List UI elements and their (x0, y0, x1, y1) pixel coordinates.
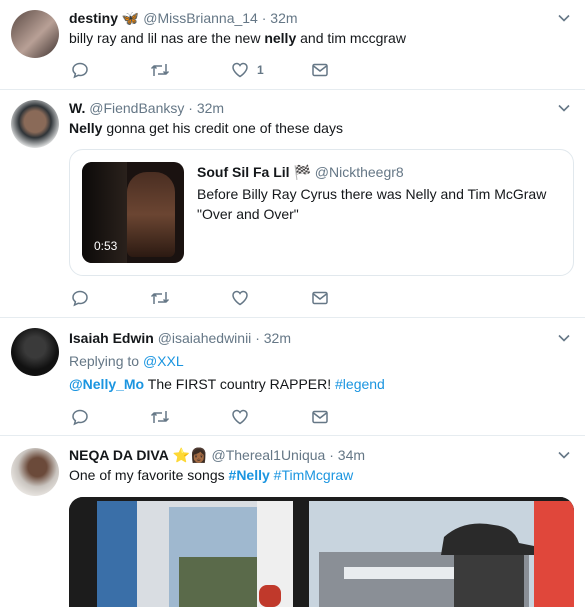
user-handle[interactable]: @MissBrianna_14 (143, 10, 258, 26)
reply-icon (72, 409, 88, 426)
quoted-user-handle[interactable]: @Nicktheegr8 (315, 164, 404, 180)
video-thumbnail[interactable]: 0:53 (82, 162, 184, 263)
tweet-header: W. @FiendBanksy · 32m (69, 99, 224, 117)
envelope-icon (312, 410, 328, 424)
tweet-text: billy ray and lil nas are the new nelly … (69, 29, 406, 48)
tweet-header: Isaiah Edwin @isaiahedwinii · 32m (69, 329, 291, 347)
highlighted-keyword: nelly (264, 30, 297, 46)
hashtag-link[interactable]: #TimMcgraw (274, 467, 354, 483)
separator: · (261, 10, 267, 26)
tweet-actions (69, 288, 369, 308)
timestamp[interactable]: 32m (197, 100, 224, 116)
text-segment: and tim mccgraw (296, 30, 406, 46)
retweet-button[interactable] (150, 288, 170, 308)
display-name[interactable]: W. (69, 100, 85, 116)
timestamp[interactable]: 34m (338, 447, 365, 463)
star-emoji: ⭐👩🏾 (172, 447, 208, 463)
reply-icon (72, 290, 88, 307)
chevron-down-icon[interactable] (557, 331, 571, 345)
display-name[interactable]: destiny (69, 10, 118, 26)
like-button[interactable]: 1 (231, 60, 264, 80)
message-button[interactable] (311, 60, 329, 80)
replying-to: Replying to @XXL (69, 352, 184, 371)
separator: · (188, 100, 193, 116)
envelope-icon (312, 291, 328, 305)
like-button[interactable] (231, 288, 249, 308)
separator: · (255, 330, 260, 346)
replying-label: Replying to (69, 353, 143, 369)
heart-icon (232, 290, 248, 306)
avatar[interactable] (11, 10, 59, 58)
retweet-icon (150, 292, 170, 304)
highlighted-keyword: Nelly (69, 120, 103, 136)
avatar[interactable] (11, 100, 59, 148)
like-button[interactable] (231, 407, 249, 427)
retweet-button[interactable] (150, 407, 170, 427)
mention-link[interactable]: @Nelly_Mo (69, 376, 144, 392)
reply-button[interactable] (71, 288, 89, 308)
timestamp[interactable]: 32m (264, 330, 291, 346)
message-button[interactable] (311, 407, 329, 427)
quoted-tweet-card[interactable]: 0:53 Souf Sil Fa Lil 🏁 @Nicktheegr8 Befo… (69, 149, 574, 276)
text-segment: The FIRST country RAPPER! (144, 376, 336, 392)
replying-handle-link[interactable]: @XXL (143, 353, 184, 369)
user-handle[interactable]: @isaiahedwinii (158, 330, 252, 346)
quoted-tweet-header: Souf Sil Fa Lil 🏁 @Nicktheegr8 (197, 164, 404, 181)
checkered-flag-emoji: 🏁 (293, 164, 311, 180)
hashtag-link[interactable]: #Nelly (229, 467, 270, 483)
tweet[interactable]: destiny 🦋 @MissBrianna_14 · 32m billy ra… (0, 0, 585, 90)
display-name[interactable]: NEQA DA DIVA (69, 447, 169, 463)
chevron-down-icon[interactable] (557, 101, 571, 115)
video-duration: 0:53 (94, 239, 118, 253)
display-name[interactable]: Isaiah Edwin (69, 330, 154, 346)
text-segment: One of my favorite songs (69, 467, 229, 483)
reply-icon (72, 62, 88, 79)
avatar[interactable] (11, 328, 59, 376)
reply-button[interactable] (71, 407, 89, 427)
tweet[interactable]: W. @FiendBanksy · 32m Nelly gonna get hi… (0, 90, 585, 318)
envelope-icon (312, 63, 328, 77)
chevron-down-icon[interactable] (557, 11, 571, 25)
tweet-text: @Nelly_Mo The FIRST country RAPPER! #leg… (69, 375, 385, 394)
tweet-actions: 1 (69, 60, 369, 80)
text-segment: billy ray and lil nas are the new (69, 30, 265, 46)
tweet-text: One of my favorite songs #Nelly #TimMcgr… (69, 466, 353, 485)
heart-icon (232, 62, 248, 78)
video-preview[interactable] (69, 497, 574, 607)
reply-button[interactable] (71, 60, 89, 80)
tweet-header: NEQA DA DIVA ⭐👩🏾 @Thereal1Uniqua · 34m (69, 446, 365, 464)
quoted-display-name[interactable]: Souf Sil Fa Lil (197, 164, 290, 180)
chevron-down-icon[interactable] (557, 448, 571, 462)
retweet-button[interactable] (150, 60, 170, 80)
separator: · (329, 447, 334, 463)
heart-icon (232, 409, 248, 425)
tweet-actions (69, 407, 369, 427)
hashtag-link[interactable]: #legend (335, 376, 385, 392)
timestamp[interactable]: 32m (270, 10, 297, 26)
butterfly-emoji: 🦋 (121, 10, 140, 26)
text-segment: gonna get his credit one of these days (102, 120, 343, 136)
tweet[interactable]: Isaiah Edwin @isaiahedwinii · 32m Replyi… (0, 318, 585, 436)
avatar[interactable] (11, 448, 59, 496)
user-handle[interactable]: @Thereal1Uniqua (211, 447, 325, 463)
tweet-header: destiny 🦋 @MissBrianna_14 · 32m (69, 9, 298, 27)
user-handle[interactable]: @FiendBanksy (89, 100, 184, 116)
message-button[interactable] (311, 288, 329, 308)
like-count: 1 (257, 63, 264, 77)
retweet-icon (150, 64, 170, 76)
tweet-text: Nelly gonna get his credit one of these … (69, 119, 343, 138)
quoted-tweet-text: Before Billy Ray Cyrus there was Nelly a… (197, 186, 547, 222)
retweet-icon (150, 411, 170, 423)
video-frame-image (69, 497, 574, 607)
